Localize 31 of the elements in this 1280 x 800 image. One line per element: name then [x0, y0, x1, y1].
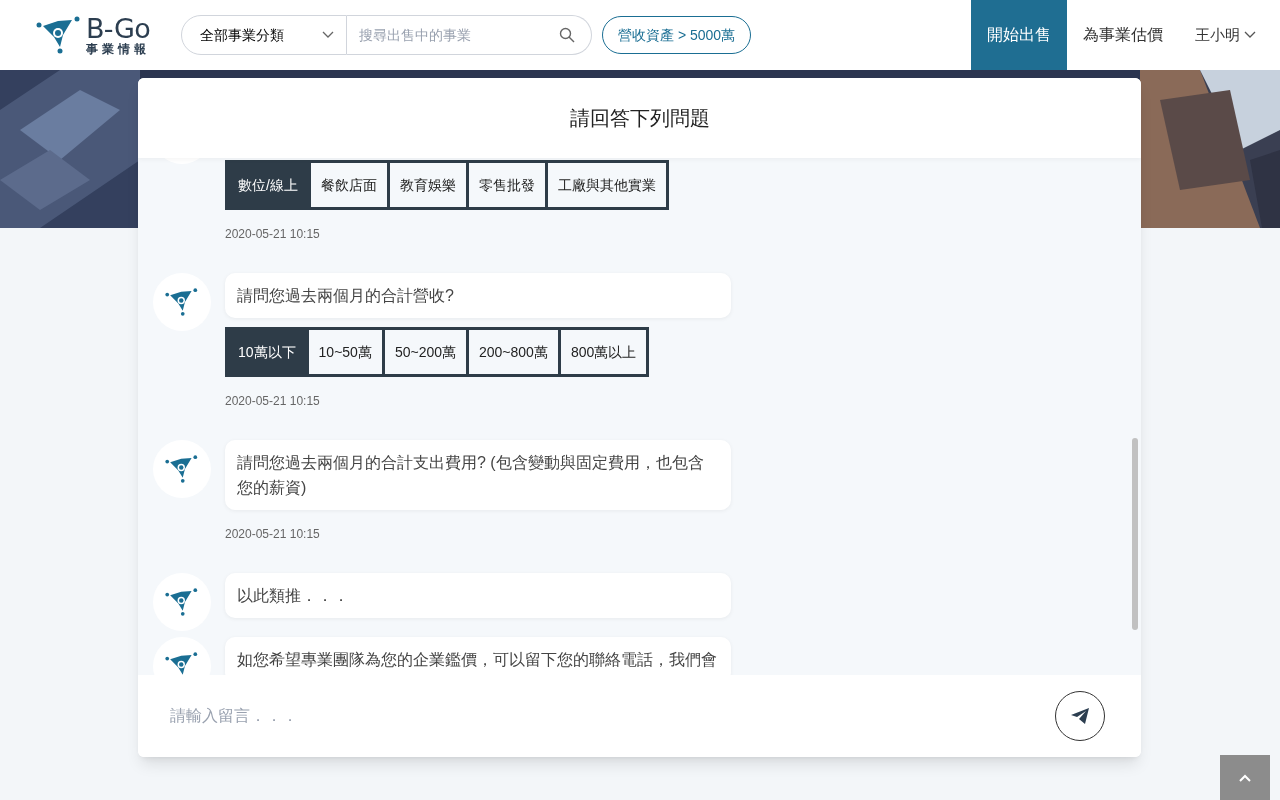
answer-option[interactable]: 50~200萬	[384, 330, 466, 374]
answer-option[interactable]: 教育娛樂	[389, 163, 466, 207]
search-input[interactable]: 搜尋出售中的事業	[347, 16, 559, 54]
timestamp: 2020-05-21 10:15	[225, 226, 320, 243]
user-menu[interactable]: 王小明	[1179, 0, 1272, 70]
answer-option[interactable]: 10~50萬	[308, 330, 382, 374]
nav-link[interactable]: 為事業估價	[1067, 0, 1179, 70]
logo-icon	[36, 15, 82, 55]
answer-option[interactable]: 200~800萬	[469, 330, 558, 374]
send-icon	[1070, 707, 1090, 725]
chevron-down-icon	[322, 31, 334, 39]
chevron-up-icon	[1239, 773, 1251, 782]
message-bubble: 以此類推．．．	[225, 573, 731, 618]
logo-subtitle: 事業情報	[86, 43, 150, 55]
chat-title: 請回答下列問題	[569, 106, 710, 131]
answer-option[interactable]: 800萬以上	[560, 330, 647, 374]
message-bubble: 請問您過去兩個月的合計營收?	[225, 273, 731, 318]
scrollbar-thumb[interactable]	[1132, 438, 1138, 630]
timestamp: 2020-05-21 10:15	[225, 526, 320, 543]
search-icon[interactable]	[559, 27, 575, 43]
answer-option[interactable]: 餐飲店面	[310, 163, 387, 207]
answer-option[interactable]: 工廠與其他實業	[547, 163, 666, 207]
timestamp: 2020-05-21 10:15	[225, 393, 320, 410]
message-input[interactable]: 請輸入留言．．．	[170, 696, 1055, 736]
send-button[interactable]	[1055, 691, 1105, 741]
message-bubble: 請問您過去兩個月的合計支出費用? (包含變動與固定費用，也包含您的薪資)	[225, 440, 731, 510]
message-bubble: 如您希望專業團隊為您的企業鑑價，可以留下您的聯絡電話，我們會	[225, 637, 731, 675]
nav-link[interactable]: 開始出售	[971, 0, 1067, 70]
logo-title: B-Go	[86, 15, 150, 42]
answer-option[interactable]: 零售批發	[468, 163, 545, 207]
chevron-down-icon	[1244, 31, 1256, 39]
